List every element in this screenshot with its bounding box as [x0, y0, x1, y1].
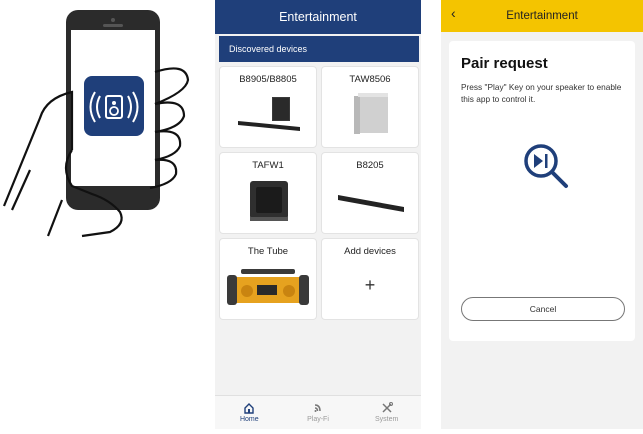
cancel-button[interactable]: Cancel: [461, 297, 625, 321]
header-bar: Entertainment: [215, 0, 421, 34]
discovered-devices-bar: Discovered devices: [219, 36, 419, 62]
device-card-b8905[interactable]: B8905/B8805: [219, 66, 317, 148]
device-card-taw8506[interactable]: TAW8506: [321, 66, 419, 148]
device-grid: B8905/B8805 TAW8506 TAFW1 B8205 The Tube…: [219, 66, 419, 320]
pair-request-card: Pair request Press "Play" Key on your sp…: [449, 41, 635, 341]
header-bar: ‹ Entertainment: [441, 0, 643, 32]
tab-play-fi[interactable]: Play-Fi: [284, 396, 353, 429]
bottom-tab-bar: Home Play-Fi System: [215, 395, 421, 429]
back-chevron-icon[interactable]: ‹: [451, 5, 456, 21]
pair-request-title: Pair request: [461, 55, 548, 72]
header-title: Entertainment: [506, 10, 578, 22]
device-card-the-tube[interactable]: The Tube: [219, 238, 317, 320]
tab-home[interactable]: Home: [215, 396, 284, 429]
device-card-tafw1[interactable]: TAFW1: [219, 152, 317, 234]
entertainment-screen: Entertainment Discovered devices B8905/B…: [215, 0, 421, 429]
subwoofer-black-image: [220, 171, 316, 233]
tools-icon: [382, 402, 393, 413]
soundbar-image: [322, 171, 418, 233]
cancel-button-label: Cancel: [529, 304, 557, 314]
pair-request-description: Press "Play" Key on your speaker to enab…: [461, 82, 622, 104]
device-name: B8905/B8805: [239, 74, 297, 85]
discovered-devices-label: Discovered devices: [229, 44, 308, 54]
tab-home-label: Home: [239, 416, 259, 423]
subwoofer-silver-image: [322, 85, 418, 147]
device-name: TAFW1: [252, 160, 284, 171]
search-play-icon: [519, 139, 579, 204]
header-title: Entertainment: [279, 10, 357, 24]
phone-illustration: [0, 0, 200, 429]
device-name: B8205: [356, 160, 384, 171]
device-name: TAW8506: [349, 74, 391, 85]
pair-request-screen: ‹ Entertainment Pair request Press "Play…: [441, 0, 643, 429]
add-devices-card[interactable]: Add devices +: [321, 238, 419, 320]
device-card-b8205[interactable]: B8205: [321, 152, 419, 234]
device-name: The Tube: [247, 246, 289, 257]
playfi-icon: [314, 404, 321, 412]
tab-system-label: System: [375, 416, 399, 423]
add-devices-label: Add devices: [344, 246, 396, 257]
soundbar-subwoofer-image: [220, 85, 316, 147]
tab-system[interactable]: System: [352, 396, 421, 429]
home-icon: [244, 403, 255, 414]
boombox-image: [220, 257, 316, 319]
speaker-app-icon: [84, 76, 144, 136]
plus-icon: +: [364, 275, 376, 295]
tab-play-fi-label: Play-Fi: [307, 416, 329, 423]
